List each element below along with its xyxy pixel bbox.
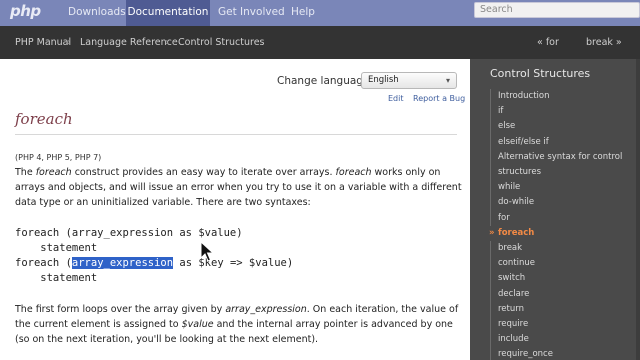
chevron-down-icon: ▾ bbox=[445, 76, 450, 85]
nav-downloads[interactable]: Downloads bbox=[68, 0, 126, 26]
scrollbar[interactable] bbox=[636, 59, 640, 360]
code-line: foreach (array_expression as $key => $va… bbox=[15, 257, 294, 269]
version-info: (PHP 4, PHP 5, PHP 7) bbox=[15, 153, 102, 162]
language-select[interactable]: English ▾ bbox=[361, 72, 457, 89]
nav-documentation[interactable]: Documentation bbox=[126, 0, 210, 26]
sidebar-item-label: foreach bbox=[498, 227, 535, 238]
sidebar-item-label: else bbox=[498, 121, 516, 132]
selected-text[interactable]: array_expression bbox=[71, 257, 174, 269]
sidebar-item-label: return bbox=[498, 303, 524, 314]
sidebar-item-label: for bbox=[498, 212, 510, 223]
language-select-value: English bbox=[368, 75, 399, 85]
code-line: foreach (array_expression as $value) bbox=[15, 227, 243, 239]
prev-page-link[interactable]: « for bbox=[537, 37, 559, 48]
top-navigation: php Downloads Documentation Get Involved… bbox=[0, 0, 640, 26]
breadcrumb-separator: › bbox=[67, 37, 71, 48]
mouse-pointer-icon bbox=[200, 241, 214, 262]
active-marker-icon: » bbox=[489, 227, 495, 238]
sidebar-item-label: if bbox=[498, 106, 504, 117]
sidebar-item-do-while[interactable]: do-while bbox=[490, 195, 630, 211]
sidebar-item-require[interactable]: require bbox=[490, 317, 630, 333]
sidebar: Control Structures Introduction if else els… bbox=[470, 59, 640, 360]
sidebar-item-break[interactable]: break bbox=[490, 241, 630, 257]
sidebar-item-require-once[interactable]: require_once bbox=[490, 347, 630, 360]
search-input[interactable]: Search bbox=[474, 2, 640, 18]
sidebar-item-foreach[interactable]: » foreach bbox=[489, 225, 630, 242]
sidebar-item-while[interactable]: while bbox=[490, 180, 630, 196]
breadcrumb-separator: › bbox=[165, 37, 169, 48]
sidebar-item-label: break bbox=[498, 243, 523, 254]
sidebar-item-label: switch bbox=[498, 273, 526, 284]
explanation-paragraph: The first form loops over the array give… bbox=[15, 304, 459, 345]
sidebar-item-label: declare bbox=[498, 288, 530, 299]
code-line: statement bbox=[15, 272, 98, 284]
sidebar-item-switch[interactable]: switch bbox=[490, 271, 630, 287]
sidebar-title: Control Structures bbox=[490, 67, 591, 80]
change-language-label: Change language: bbox=[277, 75, 373, 87]
breadcrumb-control-structures[interactable]: Control Structures bbox=[178, 37, 265, 48]
sidebar-item-for[interactable]: for bbox=[490, 210, 630, 226]
next-page-link[interactable]: break » bbox=[586, 37, 622, 48]
description-paragraph: The foreach construct provides an easy w… bbox=[15, 167, 462, 208]
sidebar-item-introduction[interactable]: Introduction bbox=[490, 89, 630, 105]
nav-get-involved[interactable]: Get Involved bbox=[218, 0, 285, 26]
sidebar-item-label: Introduction bbox=[498, 91, 550, 101]
sidebar-item-label: continue bbox=[498, 258, 535, 269]
sidebar-item-include[interactable]: include bbox=[490, 332, 630, 348]
php-logo[interactable]: php bbox=[10, 2, 41, 20]
main-content: Change language: English ▾ Edit Report a… bbox=[0, 59, 470, 360]
sidebar-item-declare[interactable]: declare bbox=[490, 286, 630, 302]
sidebar-item-if[interactable]: if bbox=[490, 104, 630, 120]
sidebar-item-label: require bbox=[498, 319, 529, 330]
breadcrumb-php-manual[interactable]: PHP Manual bbox=[15, 37, 71, 48]
title-divider bbox=[15, 134, 457, 135]
breadcrumb: PHP Manual › Language Reference › Contro… bbox=[0, 26, 640, 59]
sidebar-item-else[interactable]: else bbox=[490, 119, 630, 135]
sidebar-list: Introduction if else elseif/else if Alternat… bbox=[489, 89, 630, 360]
code-line: statement bbox=[15, 242, 98, 254]
sidebar-item-return[interactable]: return bbox=[490, 301, 630, 318]
sidebar-item-label: elseif/else if bbox=[498, 136, 549, 147]
sidebar-item-elseif-else-if[interactable]: elseif/else if bbox=[490, 134, 630, 150]
sidebar-item-label: do-while bbox=[498, 197, 535, 208]
sidebar-item-label: require_once bbox=[498, 349, 553, 360]
edit-link[interactable]: Edit bbox=[388, 94, 404, 103]
sidebar-item-label: while bbox=[498, 182, 521, 193]
page-title: foreach bbox=[15, 110, 73, 128]
sidebar-item-continue[interactable]: continue bbox=[490, 256, 630, 272]
report-bug-link[interactable]: Report a Bug bbox=[413, 94, 465, 103]
sidebar-item-label: Alternative syntax for control structure… bbox=[498, 151, 623, 178]
sidebar-item-label: include bbox=[498, 334, 529, 345]
sidebar-item-alternative-syntax-for-control-structures[interactable]: Alternative syntax for control structure… bbox=[490, 149, 630, 181]
breadcrumb-language-reference[interactable]: Language Reference bbox=[80, 37, 178, 48]
nav-help[interactable]: Help bbox=[291, 0, 315, 26]
